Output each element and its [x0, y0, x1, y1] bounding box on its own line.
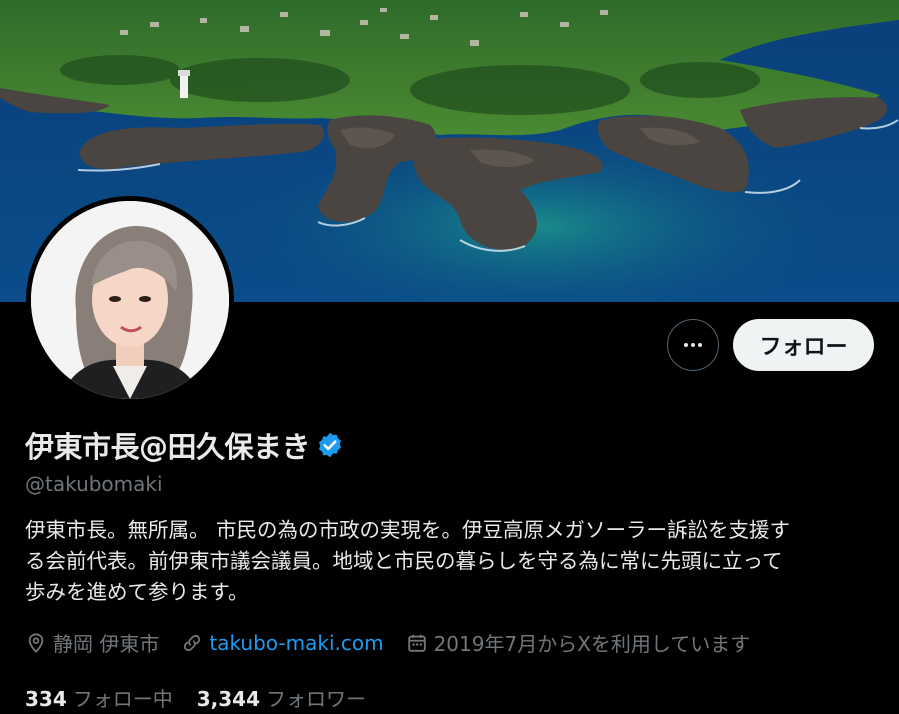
follow-button[interactable]: フォロー: [733, 319, 874, 371]
profile-avatar[interactable]: [26, 196, 234, 404]
profile-bio: 伊東市長。無所属。 市民の為の市政の実現を。伊豆高原メガソーラー訴訟を支援す る…: [25, 515, 875, 608]
website-item: takubo-maki.com: [181, 631, 384, 655]
more-options-button[interactable]: [667, 319, 719, 371]
bio-line: 伊東市長。無所属。 市民の為の市政の実現を。伊豆高原メガソーラー訴訟を支援す: [25, 518, 791, 542]
followers-label: フォロワー: [266, 687, 367, 711]
followers-link[interactable]: 3,344 フォロワー: [197, 683, 366, 712]
website-link[interactable]: takubo-maki.com: [209, 631, 383, 655]
location-item: 静岡 伊東市: [25, 628, 159, 657]
calendar-icon: [407, 634, 426, 652]
verified-badge-icon[interactable]: [316, 431, 344, 459]
user-handle: @takubomaki: [25, 472, 163, 496]
joined-item: 2019年7月からXを利用しています: [406, 628, 751, 657]
joined-text: 2019年7月からXを利用しています: [433, 632, 751, 656]
display-name: 伊東市長@田久保まき: [25, 430, 311, 464]
link-icon: [184, 634, 201, 651]
following-label: フォロー中: [72, 687, 173, 711]
followers-count: 3,344: [196, 687, 261, 711]
follow-stats: 334 フォロー中 3,344 フォロワー: [25, 683, 390, 712]
name-row: 伊東市長@田久保まき: [25, 424, 344, 466]
more-icon: [684, 343, 702, 347]
following-count: 334: [25, 687, 67, 711]
location-text: 静岡 伊東市: [53, 632, 160, 656]
profile-meta: 静岡 伊東市 takubo-maki.com 2019年7月からXを利用していま…: [25, 628, 772, 657]
following-link[interactable]: 334 フォロー中: [25, 683, 173, 712]
bio-line: 歩みを進めて参ります。: [25, 580, 249, 604]
bio-line: る会前代表。前伊東市議会議員。地域と市民の暮らしを守る為に常に先頭に立って: [25, 549, 783, 573]
location-pin-icon: [28, 632, 44, 653]
